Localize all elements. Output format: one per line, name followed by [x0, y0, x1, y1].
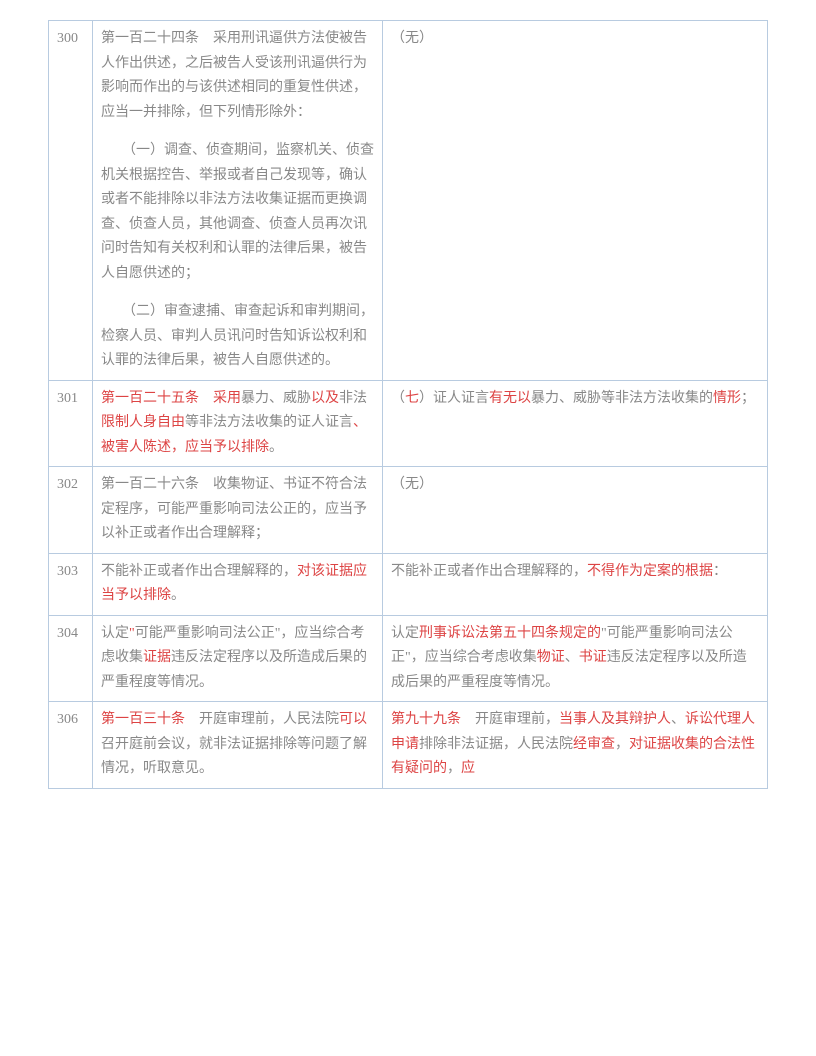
text-segment: 书证 — [579, 650, 607, 665]
text-segment: 证据 — [143, 650, 171, 665]
text-segment: 第一百二十六条 收集物证、书证不符合法定程序，可能严重影响司法公正的，应当予以补… — [101, 477, 367, 541]
text-segment: 。 — [269, 440, 283, 455]
text-segment: 情形 — [713, 391, 741, 406]
row-number: 304 — [49, 615, 93, 702]
row-number: 302 — [49, 467, 93, 554]
text-cell: 不能补正或者作出合理解释的，不得作为定案的根据： — [383, 553, 768, 615]
text-segment: 开庭审理前，人民法院 — [185, 712, 339, 727]
text-segment: ）证人证言 — [419, 391, 489, 406]
table-row: 303不能补正或者作出合理解释的，对该证据应当予以排除。不能补正或者作出合理解释… — [49, 553, 768, 615]
text-segment: 七 — [405, 391, 419, 406]
text-cell: 第九十九条 开庭审理前，当事人及其辩护人、诉讼代理人申请排除非法证据，人民法院经… — [383, 702, 768, 789]
text-segment: （ — [391, 391, 405, 406]
text-segment: 认定 — [101, 626, 129, 641]
text-cell: （无） — [383, 21, 768, 381]
text-segment: （无） — [391, 31, 433, 46]
row-number: 306 — [49, 702, 93, 789]
text-segment: 召开庭前会议，就非法证据排除等问题了解情况，听取意见。 — [101, 737, 367, 777]
table-row: 301 第一百二十五条 采用暴力、威胁以及非法限制人身自由等非法方法收集的证人证言… — [49, 380, 768, 467]
comparison-table: 300第一百二十四条 采用刑讯逼供方法使被告人作出供述，之后被告人受该刑讯逼供行… — [48, 20, 768, 789]
text-segment: 第一百三十条 — [101, 712, 185, 727]
text-segment: （无） — [391, 477, 433, 492]
text-segment: 第九十九条 — [391, 712, 461, 727]
text-segment: 非法 — [339, 391, 367, 406]
row-number: 300 — [49, 21, 93, 381]
text-cell: 第一百二十四条 采用刑讯逼供方法使被告人作出供述，之后被告人受该刑讯逼供行为影响… — [93, 21, 383, 381]
text-segment: 不能补正或者作出合理解释的， — [101, 564, 297, 579]
text-cell: 第一百三十条 开庭审理前，人民法院可以召开庭前会议，就非法证据排除等问题了解情况… — [93, 702, 383, 789]
text-segment: 。 — [171, 588, 185, 603]
text-segment: 等非法方法收集的证人证言 — [185, 415, 353, 430]
text-segment: ； — [741, 391, 755, 406]
text-cell: （七）证人证言有无以暴力、威胁等非法方法收集的情形； — [383, 380, 768, 467]
row-number: 303 — [49, 553, 93, 615]
row-number: 301 — [49, 380, 93, 467]
text-cell: 不能补正或者作出合理解释的，对该证据应当予以排除。 — [93, 553, 383, 615]
text-segment: 排除非法证据，人民法院 — [419, 737, 573, 752]
text-segment: （二）审查逮捕、审查起诉和审判期间，检察人员、审判人员讯问时告知诉讼权利和认罪的… — [101, 304, 374, 368]
text-segment: 可以 — [339, 712, 367, 727]
text-segment: 暴力、威胁等非法方法收集的 — [531, 391, 713, 406]
text-segment: 认定 — [391, 626, 419, 641]
table-row: 300第一百二十四条 采用刑讯逼供方法使被告人作出供述，之后被告人受该刑讯逼供行… — [49, 21, 768, 381]
text-segment: （一）调查、侦查期间，监察机关、侦查机关根据控告、举报或者自己发现等，确认或者不… — [101, 143, 374, 281]
text-segment: 第一百二十五条 采用 — [101, 391, 241, 406]
text-segment: 开庭审理前， — [461, 712, 559, 727]
text-cell: （无） — [383, 467, 768, 554]
text-segment: 以及 — [311, 391, 339, 406]
text-cell: 第一百二十五条 采用暴力、威胁以及非法限制人身自由等非法方法收集的证人证言、被害… — [93, 380, 383, 467]
text-segment: ， — [447, 761, 461, 776]
table-row: 304认定"可能严重影响司法公正"，应当综合考虑收集证据违反法定程序以及所造成后… — [49, 615, 768, 702]
text-segment: ， — [615, 737, 629, 752]
table-row: 306第一百三十条 开庭审理前，人民法院可以召开庭前会议，就非法证据排除等问题了… — [49, 702, 768, 789]
text-segment: ： — [713, 564, 727, 579]
text-segment: 应 — [461, 761, 475, 776]
text-segment: 有无以 — [489, 391, 531, 406]
text-segment: 、 — [671, 712, 685, 727]
text-segment: 当事人及其辩护人 — [559, 712, 671, 727]
text-segment: 物证 — [537, 650, 565, 665]
text-segment: 第一百二十四条 采用刑讯逼供方法使被告人作出供述，之后被告人受该刑讯逼供行为影响… — [101, 31, 367, 120]
text-segment: 刑事诉讼法第五十四条规定的 — [419, 626, 601, 641]
text-cell: 认定刑事诉讼法第五十四条规定的"可能严重影响司法公正"，应当综合考虑收集物证、书… — [383, 615, 768, 702]
text-segment: 经审查 — [573, 737, 615, 752]
table-row: 302第一百二十六条 收集物证、书证不符合法定程序，可能严重影响司法公正的，应当… — [49, 467, 768, 554]
text-cell: 第一百二十六条 收集物证、书证不符合法定程序，可能严重影响司法公正的，应当予以补… — [93, 467, 383, 554]
text-segment: 不得作为定案的根据 — [587, 564, 713, 579]
text-segment: 、 — [565, 650, 579, 665]
text-cell: 认定"可能严重影响司法公正"，应当综合考虑收集证据违反法定程序以及所造成后果的严… — [93, 615, 383, 702]
text-segment: 不能补正或者作出合理解释的， — [391, 564, 587, 579]
text-segment: 暴力、威胁 — [241, 391, 311, 406]
text-segment: 限制人身自由 — [101, 415, 185, 430]
